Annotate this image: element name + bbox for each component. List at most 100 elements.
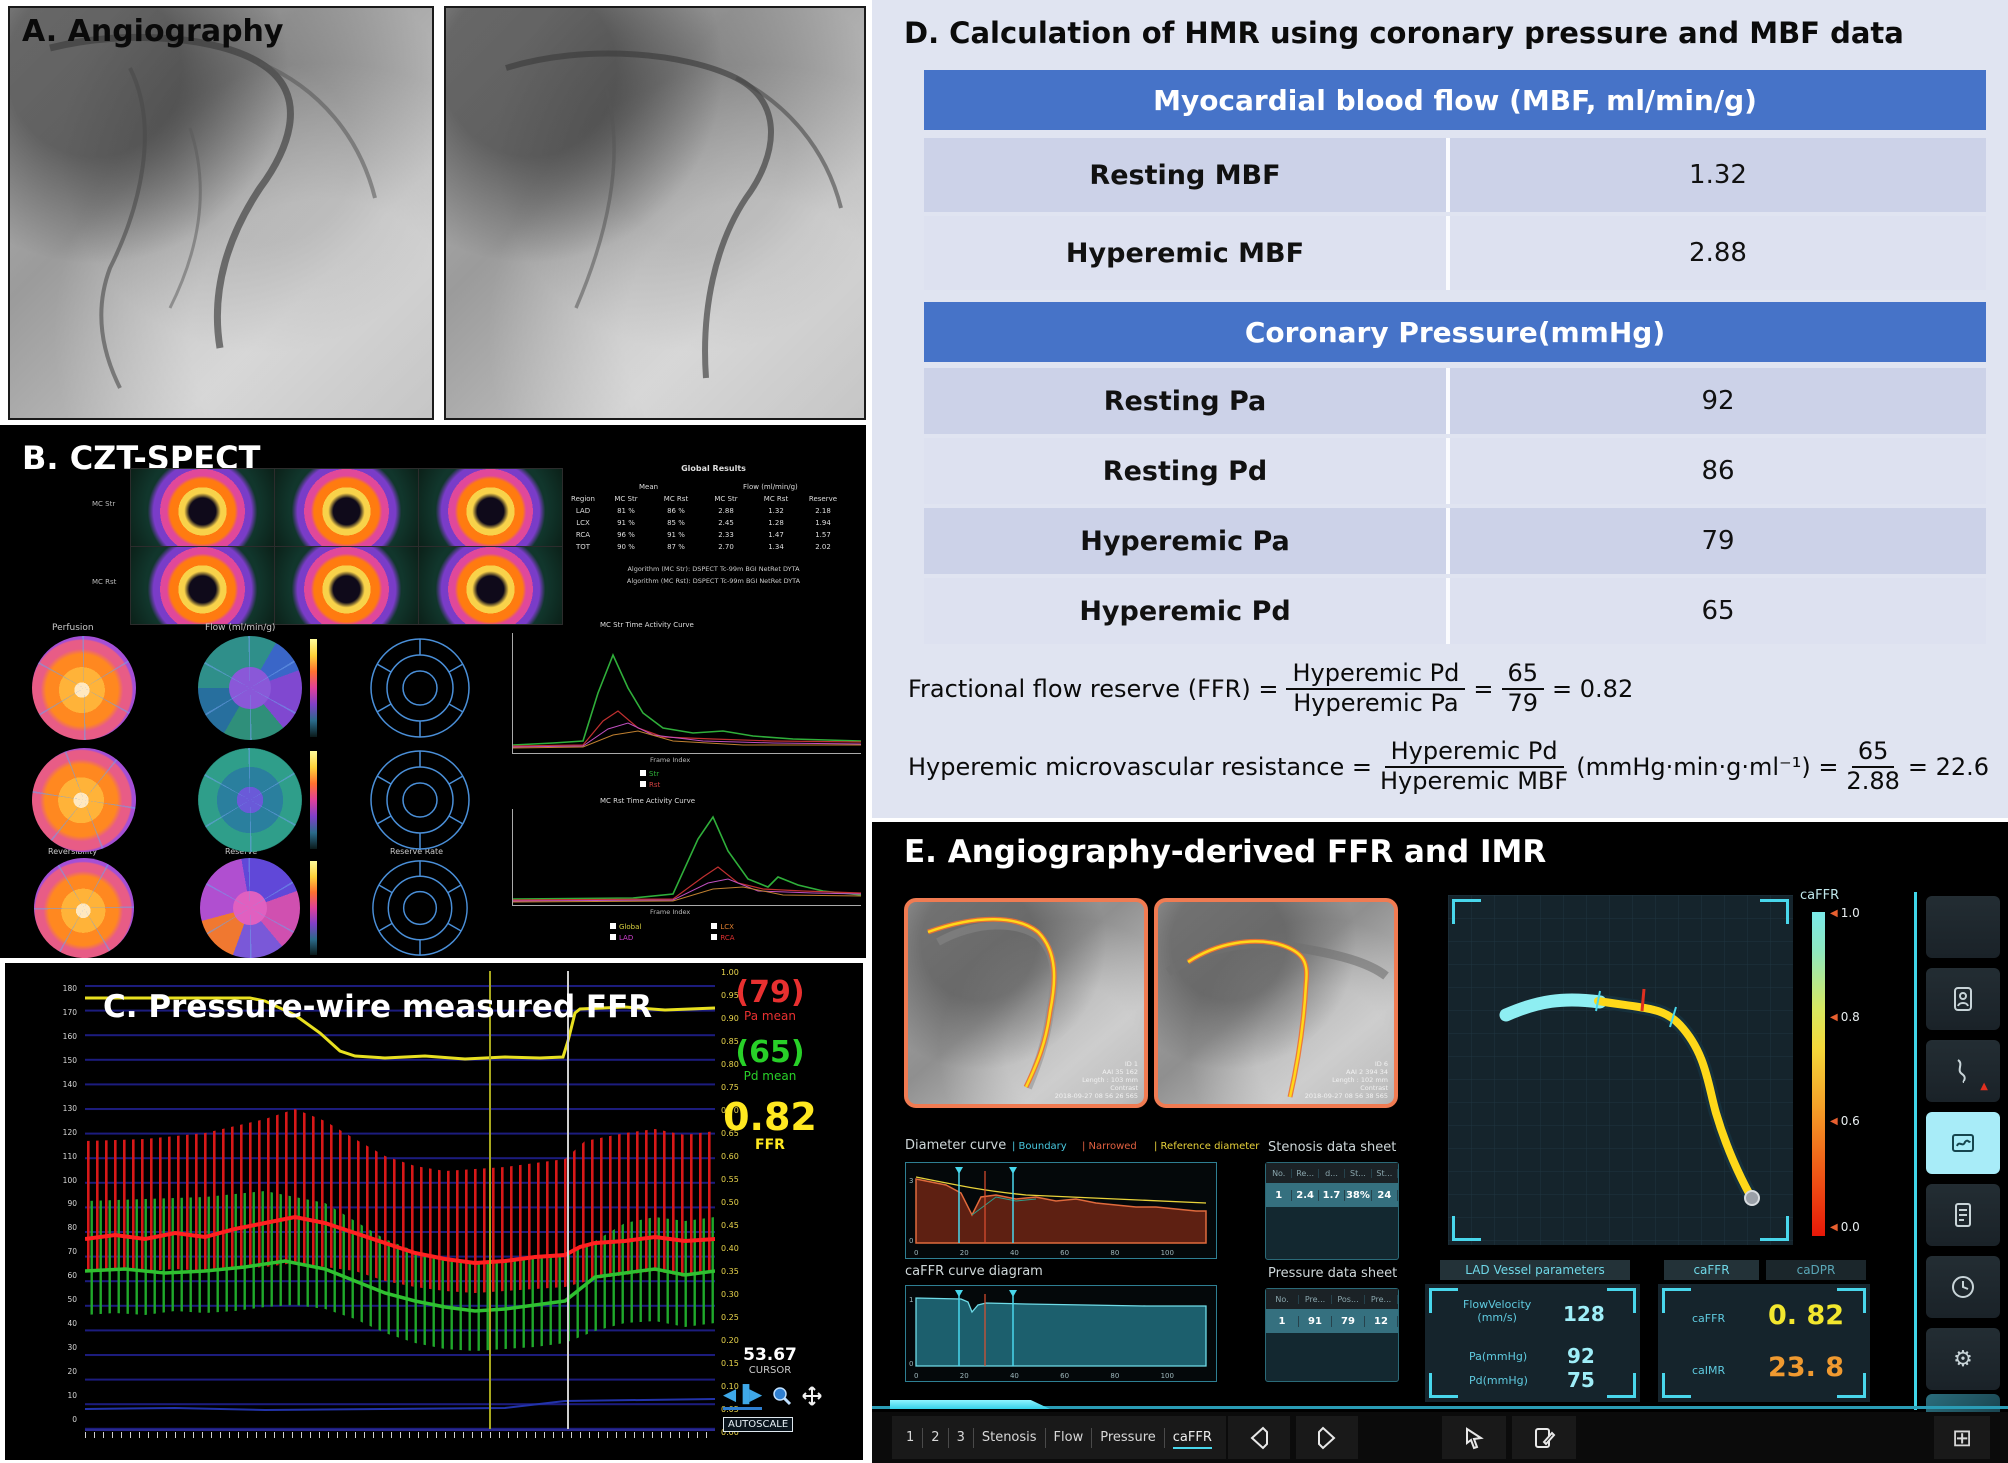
row-value: 86 [1446, 438, 1986, 504]
row-value: 65 [1446, 578, 1986, 644]
global-results: Global Results Mean Flow (ml/min/g) Regi… [565, 463, 862, 587]
global-results-rows: LAD81 %86 %2.881.322.18LCX91 %85 %2.451.… [565, 505, 862, 553]
spect-row2-label: MC Rst [92, 578, 116, 586]
tab-3[interactable]: 3 [948, 1428, 973, 1448]
cursor-label: CURSOR [695, 1365, 845, 1376]
zoom-icon[interactable] [772, 1386, 792, 1410]
segment-diagram [370, 858, 470, 958]
flow-label: Flow (ml/min/g) [205, 623, 275, 633]
prev-button[interactable] [1228, 1416, 1290, 1459]
caffr-curve-title: caFFR curve diagram [905, 1264, 1043, 1279]
pressure-plot[interactable]: C. Pressure-wire measured FFR [85, 971, 715, 1441]
tab-flow[interactable]: Flow [1045, 1428, 1092, 1448]
pressure-table-header: Coronary Pressure(mmHg) [924, 302, 1986, 362]
pointer-tool-button[interactable] [1442, 1416, 1506, 1459]
angio-thumbnail-1[interactable]: ID 1AAI 35 162Length : 103 mmContrast201… [904, 898, 1148, 1108]
annotate-tool-button[interactable] [1512, 1416, 1576, 1459]
vessel-params-header: LAD Vessel parameters [1440, 1260, 1630, 1280]
tab-pressure[interactable]: Pressure [1091, 1428, 1164, 1448]
cursor-value: 53.67 [695, 1345, 845, 1365]
sidebar-button-settings[interactable]: ⚙ [1926, 1328, 2000, 1390]
segment-diagram [368, 748, 472, 852]
spect-slice [418, 546, 563, 625]
flow-map [200, 858, 300, 958]
tab-caffr[interactable]: caFFR [1164, 1428, 1220, 1448]
flow-map [198, 636, 302, 740]
sidebar-button-report[interactable] [1926, 1184, 2000, 1246]
layout-grid-button[interactable]: ⊞ [1934, 1416, 1990, 1459]
curve2-x-label: Frame Index [650, 908, 690, 916]
sidebar-button-blank[interactable] [1926, 896, 2000, 958]
table-row: Resting MBF 1.32 [924, 138, 1986, 212]
tab-1[interactable]: 1 [898, 1428, 922, 1448]
colorbar [310, 861, 317, 955]
pa-value: 92 [1567, 1344, 1595, 1368]
pressure-headers: No.Pre...Pos...Pre... [1266, 1289, 1398, 1309]
perfusion-map [32, 636, 136, 740]
curve2-title: MC Rst Time Activity Curve [600, 797, 695, 805]
pa-label: Pa(mmHg) [1469, 1350, 1527, 1363]
row-label: Hyperemic Pd [924, 596, 1446, 627]
diameter-y-bottom: 0 [909, 1237, 913, 1245]
angiography-image-1: A. Angiography [8, 6, 434, 420]
pressure-data-sheet[interactable]: No.Pre...Pos...Pre... 1917912 [1265, 1288, 1399, 1382]
spect-slice [130, 468, 275, 547]
stenosis-headers: No.Re...d...St...St... [1266, 1163, 1398, 1183]
results-tab-caffr[interactable]: caFFR [1664, 1260, 1759, 1280]
flow-velocity-value: 128 [1563, 1302, 1605, 1326]
mbf-table-header: Myocardial blood flow (MBF, ml/min/g) [924, 70, 1986, 130]
spect-row1-label: MC Str [92, 500, 115, 508]
curve1-x-label: Frame Index [650, 756, 690, 764]
row-label: Resting MBF [924, 160, 1446, 191]
stenosis-data-sheet[interactable]: No.Re...d...St...St... 12.41.738%24 [1265, 1162, 1399, 1260]
sidebar-button-history[interactable] [1926, 1256, 2000, 1318]
row-label: Hyperemic MBF [924, 238, 1446, 269]
hmr-formula: Hyperemic microvascular resistance = Hyp… [908, 738, 1989, 795]
time-activity-curve-1 [512, 633, 861, 754]
results-tab-cadpr[interactable]: caDPR [1766, 1260, 1866, 1280]
scale-mark-3: ◀0.6 [1830, 1114, 1860, 1128]
caffr-result-value: 0. 82 [1768, 1300, 1844, 1331]
ffr-value: 0.82 [695, 1095, 845, 1139]
alert-triangle-icon: ▲ [1980, 1081, 1988, 1092]
panel-c-label: C. Pressure-wire measured FFR [103, 989, 652, 1025]
autoscale-button[interactable]: AUTOSCALE [723, 1417, 793, 1432]
perfusion-label: Perfusion [52, 623, 94, 633]
angio-thumbnail-2[interactable]: ID 6AAI 2 394 34Length : 102 mmContrast2… [1154, 898, 1398, 1108]
pressure-axis: 1801701601501401301201101009080706050403… [45, 985, 77, 1423]
pa-mean-label: Pa mean [695, 1009, 845, 1023]
scale-mark-2: ◀0.8 [1830, 1010, 1860, 1024]
sidebar-button-analysis-active[interactable] [1926, 1112, 2000, 1174]
table-row: Resting Pa 92 [924, 368, 1986, 434]
row-value: 79 [1446, 508, 1986, 574]
tab-2[interactable]: 2 [922, 1428, 947, 1448]
caffr-scale-title: caFFR [1800, 888, 1839, 903]
global-results-headers: RegionMC StrMC RstMC StrMC RstReserve [565, 493, 862, 505]
spect-slice [274, 546, 419, 625]
move-icon[interactable] [802, 1386, 822, 1410]
panel-d-title: D. Calculation of HMR using coronary pre… [904, 16, 1904, 50]
tab-stenosis[interactable]: Stenosis [973, 1428, 1045, 1448]
sidebar-divider [1914, 892, 1917, 1410]
caffr-curve-plot[interactable]: 1 0 020406080100 [905, 1285, 1217, 1382]
row-label: Resting Pd [924, 456, 1446, 487]
global-results-title: Global Results [565, 463, 862, 475]
panel-a-label: A. Angiography [22, 14, 283, 49]
pd-mean-value: (65) [695, 1035, 845, 1070]
caimr-result-value: 23. 8 [1768, 1352, 1844, 1383]
perfusion-map [16, 840, 153, 977]
sidebar-button-vessel[interactable]: ▲ [1926, 1040, 2000, 1102]
colorbar [310, 751, 317, 849]
panel-e-title: E. Angiography-derived FFR and IMR [904, 834, 1546, 870]
scale-mark-4: ◀0.0 [1830, 1220, 1860, 1234]
pan-horizontal-icon[interactable]: ◀▐▶ [723, 1385, 762, 1410]
timeline-progress[interactable] [890, 1400, 1050, 1409]
diameter-curve-plot[interactable]: 3 0 020406080100 [905, 1162, 1217, 1259]
bottom-toolbar: 1 2 3 Stenosis Flow Pressure caFFR ⊞ [872, 1412, 2008, 1463]
sidebar-button-patient[interactable] [1926, 968, 2000, 1030]
table-row: Hyperemic MBF 2.88 [924, 216, 1986, 290]
next-button[interactable] [1296, 1416, 1358, 1459]
vessel-map[interactable] [1448, 895, 1793, 1245]
row-value: 92 [1446, 368, 1986, 434]
results-box: caFFR 0. 82 caIMR 23. 8 [1658, 1284, 1870, 1402]
